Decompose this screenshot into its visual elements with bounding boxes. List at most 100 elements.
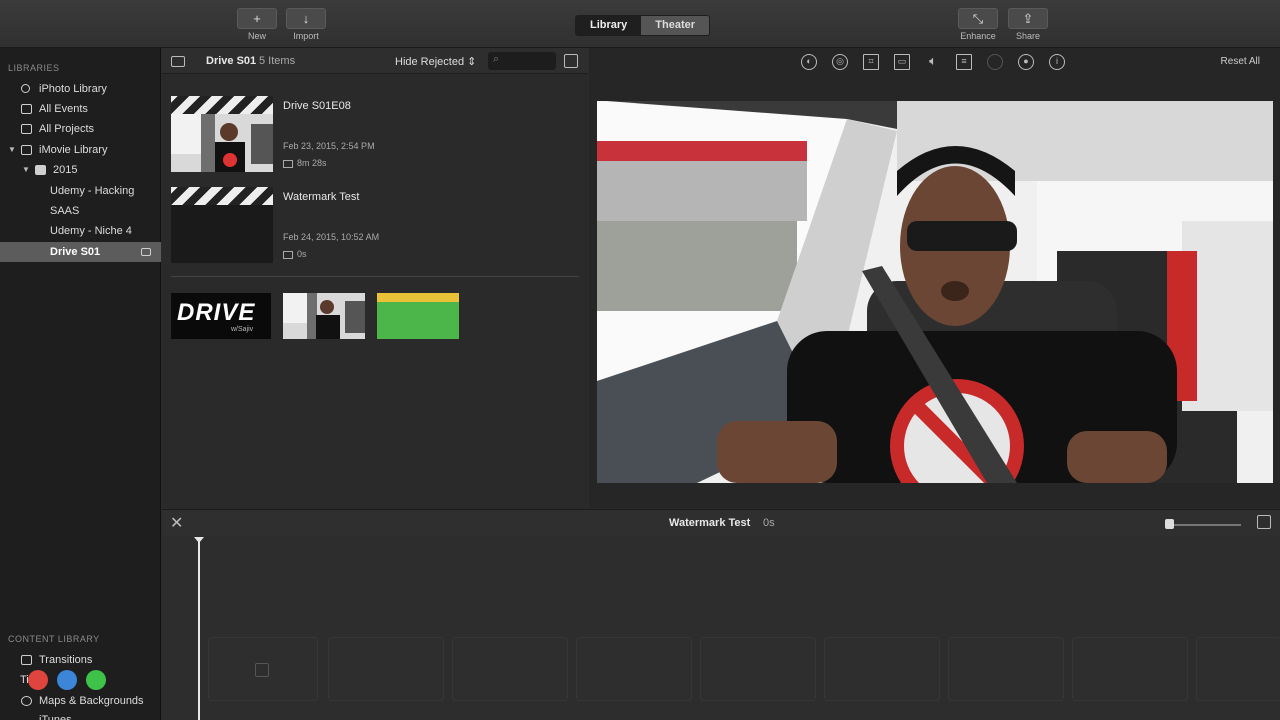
color-correction-icon[interactable]: ◎ [832, 54, 848, 70]
project-duration: 0s [763, 517, 775, 529]
sidebar-item-itunes[interactable]: iTunes [0, 710, 161, 720]
filter-icon[interactable]: ● [1018, 54, 1034, 70]
timeline-slot [208, 637, 318, 701]
film-icon [283, 159, 293, 168]
sidebar-item-label: iTunes [39, 714, 72, 720]
folder-icon [35, 165, 46, 175]
drive-logo-sub: w/Sajiv [231, 326, 254, 333]
solid-color-clip[interactable] [377, 293, 459, 339]
sidebar-item-label: 2015 [53, 164, 78, 176]
reset-all-button[interactable]: Reset All [1221, 56, 1260, 67]
toolbar: + New ↓ Import Library Theater ⤡ Enhance… [0, 0, 1280, 48]
timeline-slot [948, 637, 1064, 701]
color-balance-icon[interactable]: ◐ [801, 54, 817, 70]
share-icon: ⇪ [1008, 8, 1048, 29]
sidebar-item-udemy-hacking[interactable]: Udemy - Hacking [0, 181, 161, 201]
crop-icon[interactable]: ⌗ [863, 54, 879, 70]
sidebar-item-label: SAAS [50, 205, 80, 217]
filter-select[interactable]: Hide Rejected ⇕ [395, 55, 476, 68]
clip-duration: 0s [283, 249, 307, 259]
content-library-header: CONTENT LIBRARY [8, 634, 100, 644]
share-button[interactable]: ⇪ Share [1008, 8, 1048, 41]
tab-library[interactable]: Library [576, 16, 642, 35]
speed-icon[interactable] [987, 54, 1003, 70]
sidebar-toggle-icon[interactable] [171, 56, 185, 67]
zoom-slider-track[interactable] [1169, 524, 1241, 526]
close-window-button[interactable] [28, 670, 48, 690]
equalizer-icon[interactable]: ≡ [956, 54, 972, 70]
filmstrip-settings-icon[interactable] [1257, 515, 1271, 529]
close-icon[interactable]: ✕ [170, 513, 183, 533]
clip-duration-text: 8m 28s [297, 158, 327, 168]
star-icon [21, 84, 30, 93]
sidebar-item-titles[interactable]: Titles [0, 670, 161, 690]
sidebar-item-label: Udemy - Niche 4 [50, 225, 132, 237]
libraries-header: LIBRARIES [8, 63, 60, 73]
drive-logo-text: DRIVE [177, 299, 256, 326]
video-frame-image [597, 101, 1273, 483]
info-icon[interactable]: i [1049, 54, 1065, 70]
disclosure-triangle-icon[interactable]: ▼ [8, 140, 16, 160]
disclosure-triangle-icon[interactable]: ▼ [22, 160, 30, 180]
item-count: 5 Items [259, 55, 296, 67]
search-input[interactable]: ⌕ [488, 52, 556, 70]
volume-icon[interactable]: 🔈︎ [925, 54, 941, 70]
share-label: Share [1015, 31, 1041, 41]
timeline-header: ✕ Watermark Test 0s [162, 510, 1280, 536]
zoom-slider-knob[interactable] [1165, 519, 1174, 529]
clip-thumbnail[interactable] [171, 205, 273, 263]
filmstrip-icon[interactable] [564, 54, 578, 68]
sidebar-item-label: Drive S01 [50, 246, 101, 258]
updown-chevron-icon: ⇕ [467, 56, 477, 68]
enhance-label: Enhance [960, 31, 996, 41]
sidebar-item-2015[interactable]: ▼ 2015 [0, 160, 161, 180]
sidebar-item-iphoto-library[interactable]: iPhoto Library [0, 79, 161, 99]
clip-title: Watermark Test [283, 191, 360, 203]
globe-icon [21, 696, 32, 706]
stabilization-icon[interactable]: ▭ [894, 54, 910, 70]
sidebar-item-maps-backgrounds[interactable]: Maps & Backgrounds [0, 691, 161, 711]
sidebar-item-all-events[interactable]: All Events [0, 99, 161, 119]
transitions-icon [21, 655, 32, 665]
plus-icon: + [237, 8, 277, 29]
event-browser: Drive S01 5 Items Hide Rejected ⇕ ⌕ Driv… [162, 48, 588, 508]
timeline-slot [576, 637, 692, 701]
download-arrow-icon: ↓ [286, 8, 326, 29]
clip-duration: 8m 28s [283, 158, 327, 168]
import-button[interactable]: ↓ Import [286, 8, 326, 41]
playhead[interactable] [198, 540, 200, 720]
sidebar-item-saas[interactable]: SAAS [0, 201, 161, 221]
magic-wand-icon: ⤡ [958, 8, 998, 29]
adjustment-toolbar: ◐ ◎ ⌗ ▭ 🔈︎ ≡ ● i Reset All [589, 48, 1280, 76]
sidebar-item-drive-s01[interactable]: Drive S01 [0, 242, 161, 262]
libraries-sidebar: LIBRARIES iPhoto Library All Events All … [0, 48, 161, 720]
search-icon: ⌕ [493, 53, 500, 65]
clip-date: Feb 23, 2015, 2:54 PM [283, 141, 375, 151]
sidebar-item-all-projects[interactable]: All Projects [0, 119, 161, 139]
timeline-slot [1072, 637, 1188, 701]
sidebar-item-udemy-niche-4[interactable]: Udemy - Niche 4 [0, 221, 161, 241]
timeline-slot [700, 637, 816, 701]
tab-theater[interactable]: Theater [641, 16, 710, 35]
event-badge-icon [141, 248, 151, 256]
clip-title: Drive S01E08 [283, 100, 351, 112]
timeline-slot [452, 637, 568, 701]
timeline-slot [824, 637, 940, 701]
enhance-button[interactable]: ⤡ Enhance [958, 8, 998, 41]
sidebar-item-transitions[interactable]: Transitions [0, 650, 161, 670]
import-label: Import [293, 31, 319, 41]
sidebar-item-imovie-library[interactable]: ▼ iMovie Library [0, 140, 161, 160]
new-button[interactable]: + New [237, 8, 277, 41]
imovie-window: + New ↓ Import Library Theater ⤡ Enhance… [0, 0, 1280, 720]
minimize-window-button[interactable] [57, 670, 77, 690]
timeline: ✕ Watermark Test 0s [162, 509, 1280, 720]
drive-logo-clip[interactable]: DRIVE w/Sajiv [171, 293, 271, 339]
driver-clip-thumbnail[interactable] [283, 293, 365, 339]
project-title: Watermark Test [669, 517, 751, 529]
section-divider [171, 276, 579, 277]
driver-thumbnail-image [283, 293, 365, 339]
clip-thumbnail[interactable] [171, 114, 273, 172]
view-switcher: Library Theater [575, 15, 711, 36]
sidebar-item-label: All Events [39, 103, 88, 115]
zoom-window-button[interactable] [86, 670, 106, 690]
